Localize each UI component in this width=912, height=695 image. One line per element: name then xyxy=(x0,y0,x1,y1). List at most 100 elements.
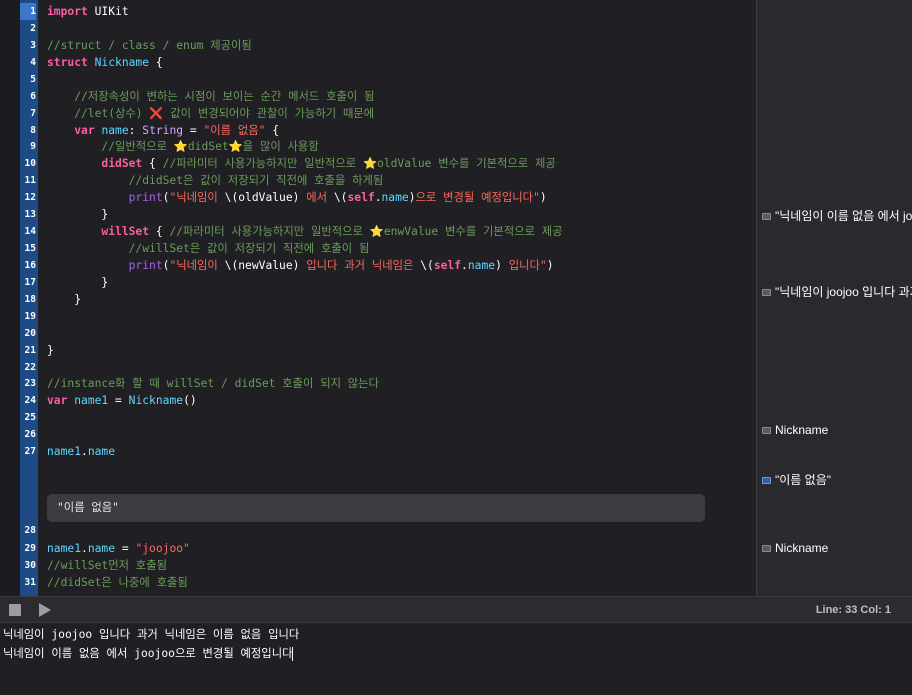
code-token: Nickname xyxy=(94,55,150,69)
code-line[interactable]: 31 //didSet은 나중에 호출됨 xyxy=(0,574,756,591)
code-line[interactable]: 14 willSet { //파라미터 사용가능하지만 일반적으로 ⭐enwVa… xyxy=(0,223,756,240)
code-token: //instance화 할 때 willSet / didSet 호출이 되지 … xyxy=(47,377,379,391)
code-token: didSet xyxy=(187,140,229,154)
code-line[interactable]: 20 xyxy=(0,325,756,342)
code-text: var name: String = "이름 없음" { xyxy=(47,122,279,139)
code-line[interactable]: 4 struct Nickname { xyxy=(0,54,756,71)
code-line[interactable]: 24 var name1 = Nickname() xyxy=(0,392,756,409)
result-item-line-24[interactable]: Nickname xyxy=(762,421,912,438)
code-line[interactable]: 26 xyxy=(0,426,756,443)
line-number: 16 xyxy=(24,259,36,271)
run-button[interactable] xyxy=(39,603,51,617)
code-line[interactable]: 1 import UIKit xyxy=(0,3,756,20)
code-token: print xyxy=(128,258,163,272)
code-line[interactable]: 25 xyxy=(0,409,756,426)
code-line[interactable]: 28 xyxy=(0,522,756,539)
code-token: name1 xyxy=(47,445,82,459)
code-line[interactable]: 18 } xyxy=(0,291,756,308)
code-line[interactable]: 6 //저장속성이 변하는 시점이 보이는 순간 메서드 호출이 됨 xyxy=(0,88,756,105)
code-text: } xyxy=(47,291,81,308)
code-line[interactable]: 9 //일반적으로 ⭐didSet⭐을 많이 사용함 xyxy=(0,138,756,155)
code-token: var xyxy=(47,394,68,408)
code-line[interactable]: 13 } xyxy=(0,206,756,223)
code-token: 입니다 과거 닉네임은 xyxy=(299,258,421,272)
code-token: enwValue 변수를 기본적으로 제공 xyxy=(383,225,563,239)
code-line[interactable]: 27 name1.name xyxy=(0,443,756,460)
line-number: 29 xyxy=(24,543,36,554)
code-token: = xyxy=(108,394,129,408)
line-number: 19 xyxy=(24,310,36,322)
inline-result-toggle-icon[interactable] xyxy=(762,477,771,484)
code-token: . xyxy=(81,445,88,459)
code-token: self xyxy=(433,258,462,272)
result-value: Nickname xyxy=(775,423,829,437)
line-number: 10 xyxy=(24,158,36,170)
code-line[interactable]: 2 xyxy=(0,20,756,37)
code-line[interactable]: 3 //struct / class / enum 제공이됨 xyxy=(0,37,756,54)
result-item-line-29[interactable]: Nickname xyxy=(762,539,912,556)
quick-look-icon[interactable] xyxy=(762,545,771,552)
code-token: ⭐ xyxy=(173,140,188,154)
code-token: //willSet먼저 호출됨 xyxy=(47,559,167,572)
cursor-position: Line: 33 Col: 1 xyxy=(815,604,891,616)
code-token: //didSet은 나중에 호출됨 xyxy=(47,576,188,589)
code-line[interactable]: 16 print("닉네임이 \(newValue) 입니다 과거 닉네임은 \… xyxy=(0,257,756,274)
line-number: 6 xyxy=(30,90,36,102)
code-line[interactable]: 8 var name: String = "이름 없음" { xyxy=(0,122,756,139)
code-line[interactable]: 22 xyxy=(0,359,756,376)
text-caret xyxy=(292,647,294,661)
code-token: //struct / class / enum 제공이됨 xyxy=(47,38,252,52)
line-number: 18 xyxy=(24,293,36,305)
code-line[interactable]: 10 didSet { //파라미터 사용가능하지만 일반적으로 ⭐oldVal… xyxy=(0,155,756,172)
result-item-line-12[interactable]: "닉네임이 이름 없음 에서 joojoo으로 변경될 예정입니다" xyxy=(762,207,912,224)
line-number: 17 xyxy=(24,276,36,288)
code-token: print xyxy=(128,191,163,205)
code-line[interactable]: 5 xyxy=(0,71,756,88)
code-token: import xyxy=(47,5,88,18)
code-token: } xyxy=(47,208,109,222)
code-line[interactable]: 19 xyxy=(0,308,756,325)
console-output[interactable]: 닉네임이 joojoo 입니다 과거 닉네임은 이름 없음 입니다 닉네임이 이… xyxy=(0,623,912,695)
result-value: "닉네임이 이름 없음 에서 joojoo으로 변경될 예정입니다" xyxy=(775,209,912,223)
line-number: 1 xyxy=(20,3,36,20)
code-token: () xyxy=(183,394,197,408)
code-token: willSet xyxy=(101,225,150,239)
code-token: ) xyxy=(495,258,502,272)
code-text: //일반적으로 ⭐didSet⭐을 많이 사용함 xyxy=(47,138,318,155)
line-number: 12 xyxy=(24,192,36,204)
code-line[interactable]: 12 print("닉네임이 \(oldValue) 에서 \(self.nam… xyxy=(0,189,756,206)
quick-look-icon[interactable] xyxy=(762,427,771,434)
code-text: } xyxy=(47,206,108,223)
code-line[interactable]: 15 //willSet은 값이 저장되기 직전에 호출이 됨 xyxy=(0,240,756,257)
code-line[interactable]: 7 //let(상수) ❌ 값이 변경되어야 관찰이 가능하기 때문에 xyxy=(0,105,756,122)
code-token: //didSet은 값이 저장되기 직전에 호출을 하게됨 xyxy=(47,174,384,188)
code-token: //파라미터 사용가능하지만 일반적으로 xyxy=(169,225,370,239)
code-line[interactable]: 11 //didSet은 값이 저장되기 직전에 호출을 하게됨 xyxy=(0,172,756,189)
code-line[interactable]: 23 //instance화 할 때 willSet / didSet 호출이 되… xyxy=(0,375,756,392)
stop-button[interactable] xyxy=(9,604,21,616)
code-text: didSet { //파라미터 사용가능하지만 일반적으로 ⭐oldValue … xyxy=(47,155,555,172)
code-token: : xyxy=(128,123,143,137)
code-text: struct Nickname { xyxy=(47,54,163,71)
quick-look-icon[interactable] xyxy=(762,289,771,296)
line-number: 7 xyxy=(30,107,36,119)
result-value: "닉네임이 joojoo 입니다 과거 닉네임은 이름 없음 입니다" xyxy=(775,285,912,299)
quick-look-icon[interactable] xyxy=(762,213,771,220)
result-item-line-27[interactable]: "이름 없음" xyxy=(762,471,912,488)
code-token: \( xyxy=(420,258,434,272)
line-number: 30 xyxy=(24,560,36,571)
result-item-line-16[interactable]: "닉네임이 joojoo 입니다 과거 닉네임은 이름 없음 입니다" xyxy=(762,283,912,300)
code-text: //didSet은 값이 저장되기 직전에 호출을 하게됨 xyxy=(47,172,384,189)
code-token: ⭐ xyxy=(369,225,384,239)
code-text: print("닉네임이 \(oldValue) 에서 \(self.name)으… xyxy=(47,189,547,206)
line-number: 15 xyxy=(24,243,36,255)
code-line[interactable]: 17 } xyxy=(0,274,756,291)
code-line[interactable]: 21} xyxy=(0,342,756,359)
code-token: UIKit xyxy=(87,5,129,18)
code-line[interactable]: 30 //willSet먼저 호출됨 xyxy=(0,557,756,574)
code-editor[interactable]: 1 import UIKit 2 3//struct / class / enum 제… xyxy=(0,0,756,596)
code-line[interactable]: 29 name1.name = "joojoo" xyxy=(0,540,756,557)
code-token: name xyxy=(467,258,496,272)
line-number: 21 xyxy=(24,344,36,356)
